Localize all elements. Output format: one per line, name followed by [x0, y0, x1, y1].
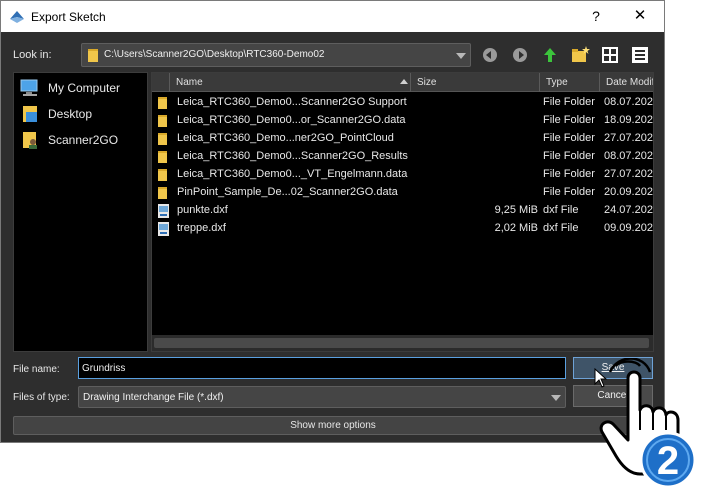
table-row[interactable]: Leica_RTC360_Demo0..._VT_Engelmann.data F… — [152, 166, 653, 184]
file-date: 18.09.202 — [604, 114, 653, 126]
file-name: Leica_RTC360_Demo0...Scanner2GO_Results — [177, 150, 408, 162]
sidebar-item-scanner2go[interactable]: Scanner2GO — [18, 129, 146, 151]
look-in-path: C:\Users\Scanner2GO\Desktop\RTC360-Demo0… — [104, 49, 325, 60]
file-name: treppe.dxf — [177, 222, 226, 234]
file-list[interactable]: Name Size Type Date Modifi Leica_RTC360_… — [151, 72, 654, 352]
file-type: dxf File — [543, 222, 579, 234]
scrollbar-thumb[interactable] — [154, 338, 649, 348]
table-row[interactable]: PinPoint_Sample_De...02_Scanner2GO.data F… — [152, 184, 653, 202]
folder-icon — [88, 49, 98, 62]
file-date: 08.07.202 — [604, 150, 653, 162]
new-folder-icon[interactable] — [569, 44, 591, 66]
file-date: 08.07.202 — [604, 96, 653, 108]
file-name: punkte.dxf — [177, 204, 228, 216]
folder-icon — [158, 115, 167, 127]
sidebar-item-label: Desktop — [48, 107, 93, 121]
detail-view-icon[interactable] — [599, 44, 621, 66]
sidebar-item-label: Scanner2GO — [48, 133, 119, 147]
file-type: File Folder — [543, 132, 595, 144]
file-date: 24.07.202 — [604, 204, 653, 216]
look-in-label: Look in: — [13, 49, 52, 61]
table-row[interactable]: punkte.dxf 9,25 MiB dxf File 24.07.202 — [152, 202, 653, 220]
table-row[interactable]: Leica_RTC360_Demo...ner2GO_PointCloud Fil… — [152, 130, 653, 148]
file-size: 9,25 MiB — [494, 204, 538, 216]
forward-icon[interactable] — [509, 44, 531, 66]
header-date-modified[interactable]: Date Modifi — [600, 73, 653, 92]
file-name: Leica_RTC360_Demo0..._VT_Engelmann.data — [177, 168, 408, 180]
file-name: PinPoint_Sample_De...02_Scanner2GO.data — [177, 186, 398, 198]
export-dialog: Export Sketch ? ✕ Look in: C:\Users\Scan… — [0, 0, 665, 443]
file-name-label: File name: — [13, 364, 60, 375]
files-of-type-label: Files of type: — [13, 392, 70, 403]
sort-ascending-icon — [400, 79, 408, 84]
help-button[interactable]: ? — [585, 6, 607, 26]
sidebar-item-label: My Computer — [48, 81, 121, 95]
computer-icon — [20, 79, 38, 96]
window-title: Export Sketch — [31, 10, 106, 24]
header-size[interactable]: Size — [411, 73, 540, 92]
back-icon[interactable] — [479, 44, 501, 66]
file-name: Leica_RTC360_Demo0...or_Scanner2GO.data — [177, 114, 406, 126]
app-logo-icon — [10, 11, 24, 23]
folder-icon — [158, 187, 167, 199]
close-button[interactable]: ✕ — [629, 6, 651, 26]
sidebar-item-desktop[interactable]: Desktop — [18, 103, 146, 125]
file-size: 2,02 MiB — [494, 222, 538, 234]
horizontal-scrollbar[interactable] — [152, 335, 653, 351]
header-spacer — [152, 73, 170, 92]
show-more-options-button[interactable]: Show more options — [13, 416, 653, 435]
chevron-down-icon[interactable] — [456, 53, 466, 59]
file-name-input[interactable] — [78, 357, 566, 379]
file-type: File Folder — [543, 150, 595, 162]
file-type-select[interactable]: Drawing Interchange File (*.dxf) — [78, 386, 566, 408]
table-row[interactable]: treppe.dxf 2,02 MiB dxf File 09.09.202 — [152, 220, 653, 238]
file-type-value: Drawing Interchange File (*.dxf) — [83, 392, 224, 403]
dxf-file-icon — [158, 222, 169, 236]
folder-icon — [158, 133, 167, 145]
header-type[interactable]: Type — [540, 73, 600, 92]
file-date: 27.07.202 — [604, 168, 653, 180]
parent-folder-icon[interactable] — [539, 44, 561, 66]
file-name: Leica_RTC360_Demo...ner2GO_PointCloud — [177, 132, 394, 144]
file-type: File Folder — [543, 168, 595, 180]
places-sidebar: My Computer Desktop Scanner2GO — [13, 72, 148, 352]
folder-icon — [158, 151, 167, 163]
column-headers: Name Size Type Date Modifi — [152, 73, 653, 92]
look-in-combo[interactable]: C:\Users\Scanner2GO\Desktop\RTC360-Demo0… — [81, 43, 471, 67]
user-folder-icon — [23, 132, 37, 149]
folder-icon — [158, 169, 167, 181]
file-type: File Folder — [543, 186, 595, 198]
list-view-icon[interactable] — [629, 44, 651, 66]
file-date: 09.09.202 — [604, 222, 653, 234]
table-row[interactable]: Leica_RTC360_Demo0...Scanner2GO Support F… — [152, 94, 653, 112]
desktop-icon — [23, 106, 37, 122]
header-name[interactable]: Name — [170, 73, 411, 92]
file-date: 27.07.202 — [604, 132, 653, 144]
step-number: 2 — [657, 439, 679, 483]
file-type: File Folder — [543, 96, 595, 108]
table-row[interactable]: Leica_RTC360_Demo0...Scanner2GO_Results F… — [152, 148, 653, 166]
chevron-down-icon[interactable] — [551, 395, 561, 401]
file-type: dxf File — [543, 204, 579, 216]
folder-icon — [158, 97, 167, 109]
pointing-hand-icon: 2 — [599, 358, 697, 489]
title-bar: Export Sketch ? ✕ — [1, 1, 664, 32]
file-type: File Folder — [543, 114, 595, 126]
sidebar-item-my-computer[interactable]: My Computer — [18, 77, 146, 99]
file-date: 20.09.202 — [604, 186, 653, 198]
file-name: Leica_RTC360_Demo0...Scanner2GO Support — [177, 96, 407, 108]
table-row[interactable]: Leica_RTC360_Demo0...or_Scanner2GO.data F… — [152, 112, 653, 130]
dxf-file-icon — [158, 204, 169, 218]
